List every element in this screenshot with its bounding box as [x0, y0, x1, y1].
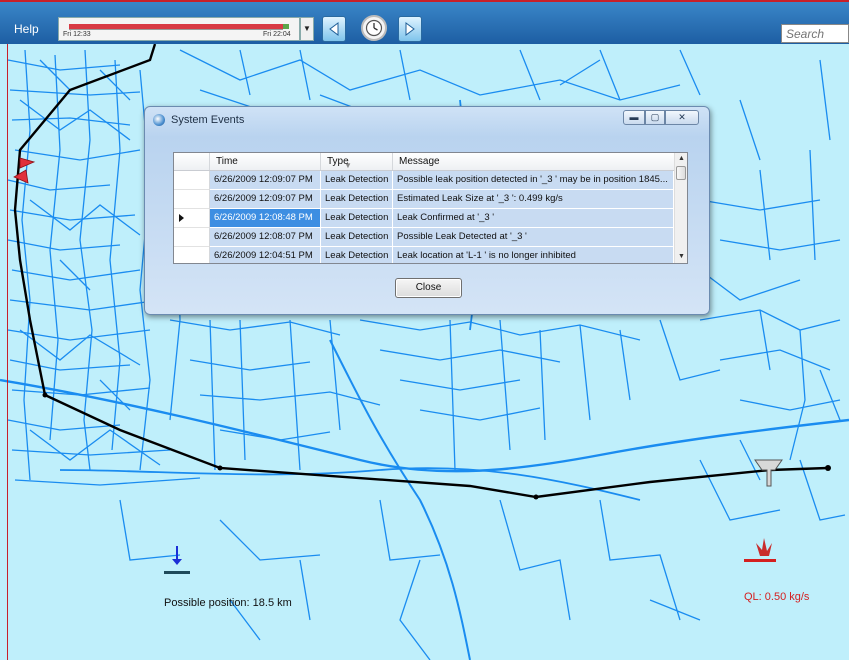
system-events-dialog: System Events ▬ ▢ ✕ Time ▼ Type Message …	[144, 106, 710, 315]
arrow-right-icon	[405, 22, 415, 36]
row-selector[interactable]	[174, 209, 210, 228]
leak-rate-label: QL: 0.50 kg/s	[744, 591, 810, 603]
row-selector[interactable]	[174, 228, 210, 247]
cell-message: Leak location at 'L-1 ' is no longer inh…	[393, 247, 674, 263]
cell-time: 6/26/2009 12:08:07 PM	[210, 228, 321, 247]
cell-type: Leak Detection	[321, 209, 393, 228]
timeline-end-label: Fri 22:04	[263, 31, 291, 38]
timeline-dropdown-button[interactable]: ▼	[300, 17, 314, 41]
clock-button[interactable]	[361, 15, 387, 41]
search-input[interactable]	[781, 24, 849, 43]
minimize-button[interactable]: ▬	[623, 110, 645, 125]
previous-button[interactable]	[322, 16, 346, 42]
table-scrollbar[interactable]: ▲ ▼	[674, 153, 687, 263]
cell-time: 6/26/2009 12:04:51 PM	[210, 247, 321, 263]
cell-type: Leak Detection	[321, 228, 393, 247]
outlet-icon[interactable]	[754, 459, 783, 487]
close-button[interactable]: Close	[395, 278, 462, 298]
cell-message: Estimated Leak Size at '_3 ': 0.499 kg/s	[393, 190, 674, 209]
row-selector[interactable]	[174, 190, 210, 209]
row-selector[interactable]	[174, 247, 210, 263]
cell-type: Leak Detection	[321, 171, 393, 190]
position-marker-icon	[164, 546, 190, 574]
leak-icon	[744, 538, 776, 562]
scroll-up-icon[interactable]: ▲	[675, 153, 687, 165]
cell-type: Leak Detection	[321, 247, 393, 263]
clock-icon	[365, 19, 383, 37]
possible-position-label: Possible position: 18.5 km	[164, 597, 292, 609]
dialog-title: System Events	[171, 114, 245, 126]
cell-time: 6/26/2009 12:09:07 PM	[210, 171, 321, 190]
scroll-down-icon[interactable]: ▼	[675, 251, 687, 263]
table-header: Time ▼ Type Message	[174, 153, 674, 171]
close-icon: ✕	[678, 112, 686, 122]
table-row[interactable]: 6/26/2009 12:08:07 PM Leak Detection Pos…	[174, 228, 674, 247]
table-row[interactable]: 6/26/2009 12:04:51 PM Leak Detection Lea…	[174, 247, 674, 263]
cell-type: Leak Detection	[321, 190, 393, 209]
arrow-left-icon	[329, 22, 339, 36]
next-button[interactable]	[398, 16, 422, 42]
scroll-thumb[interactable]	[676, 166, 686, 180]
column-header-message[interactable]: Message	[393, 153, 674, 170]
pipeline-node[interactable]	[825, 465, 831, 471]
cell-time: 6/26/2009 12:08:48 PM	[210, 209, 321, 228]
timeline-slider[interactable]: Fri 12:33 Fri 22:04	[58, 17, 300, 41]
row-selector-header	[174, 153, 210, 170]
minimize-icon: ▬	[629, 112, 639, 122]
table-row[interactable]: 6/26/2009 12:09:07 PM Leak Detection Est…	[174, 190, 674, 209]
top-toolbar: Help Fri 12:33 Fri 22:04 ▼	[0, 0, 849, 44]
help-button[interactable]: Help	[14, 22, 39, 36]
cell-message: Leak Confirmed at '_3 '	[393, 209, 674, 228]
map-frame-edge	[7, 44, 8, 660]
column-header-type[interactable]: Type	[321, 153, 393, 170]
column-header-time[interactable]: Time ▼	[210, 153, 352, 170]
current-row-arrow-icon	[179, 214, 184, 222]
pipeline-node[interactable]	[217, 465, 223, 471]
cell-message: Possible Leak Detected at '_3 '	[393, 228, 674, 247]
cell-time: 6/26/2009 12:09:07 PM	[210, 190, 321, 209]
app-globe-icon	[153, 114, 165, 126]
maximize-button[interactable]: ▢	[645, 110, 665, 125]
events-table[interactable]: Time ▼ Type Message 6/26/2009 12:09:07 P…	[173, 152, 688, 264]
timeline-start-label: Fri 12:33	[63, 31, 91, 38]
pipeline-node[interactable]	[533, 494, 539, 500]
row-selector[interactable]	[174, 171, 210, 190]
pipeline-node[interactable]	[42, 392, 48, 398]
cell-message: Possible leak position detected in '_3 '…	[393, 171, 674, 190]
maximize-icon: ▢	[650, 112, 660, 122]
column-header-label: Time	[216, 156, 238, 167]
timeline-track	[69, 29, 283, 30]
table-row[interactable]: 6/26/2009 12:09:07 PM Leak Detection Pos…	[174, 171, 674, 190]
timeline-current-marker	[283, 24, 289, 29]
table-row-selected[interactable]: 6/26/2009 12:08:48 PM Leak Detection Lea…	[174, 209, 674, 228]
window-close-button[interactable]: ✕	[665, 110, 699, 125]
